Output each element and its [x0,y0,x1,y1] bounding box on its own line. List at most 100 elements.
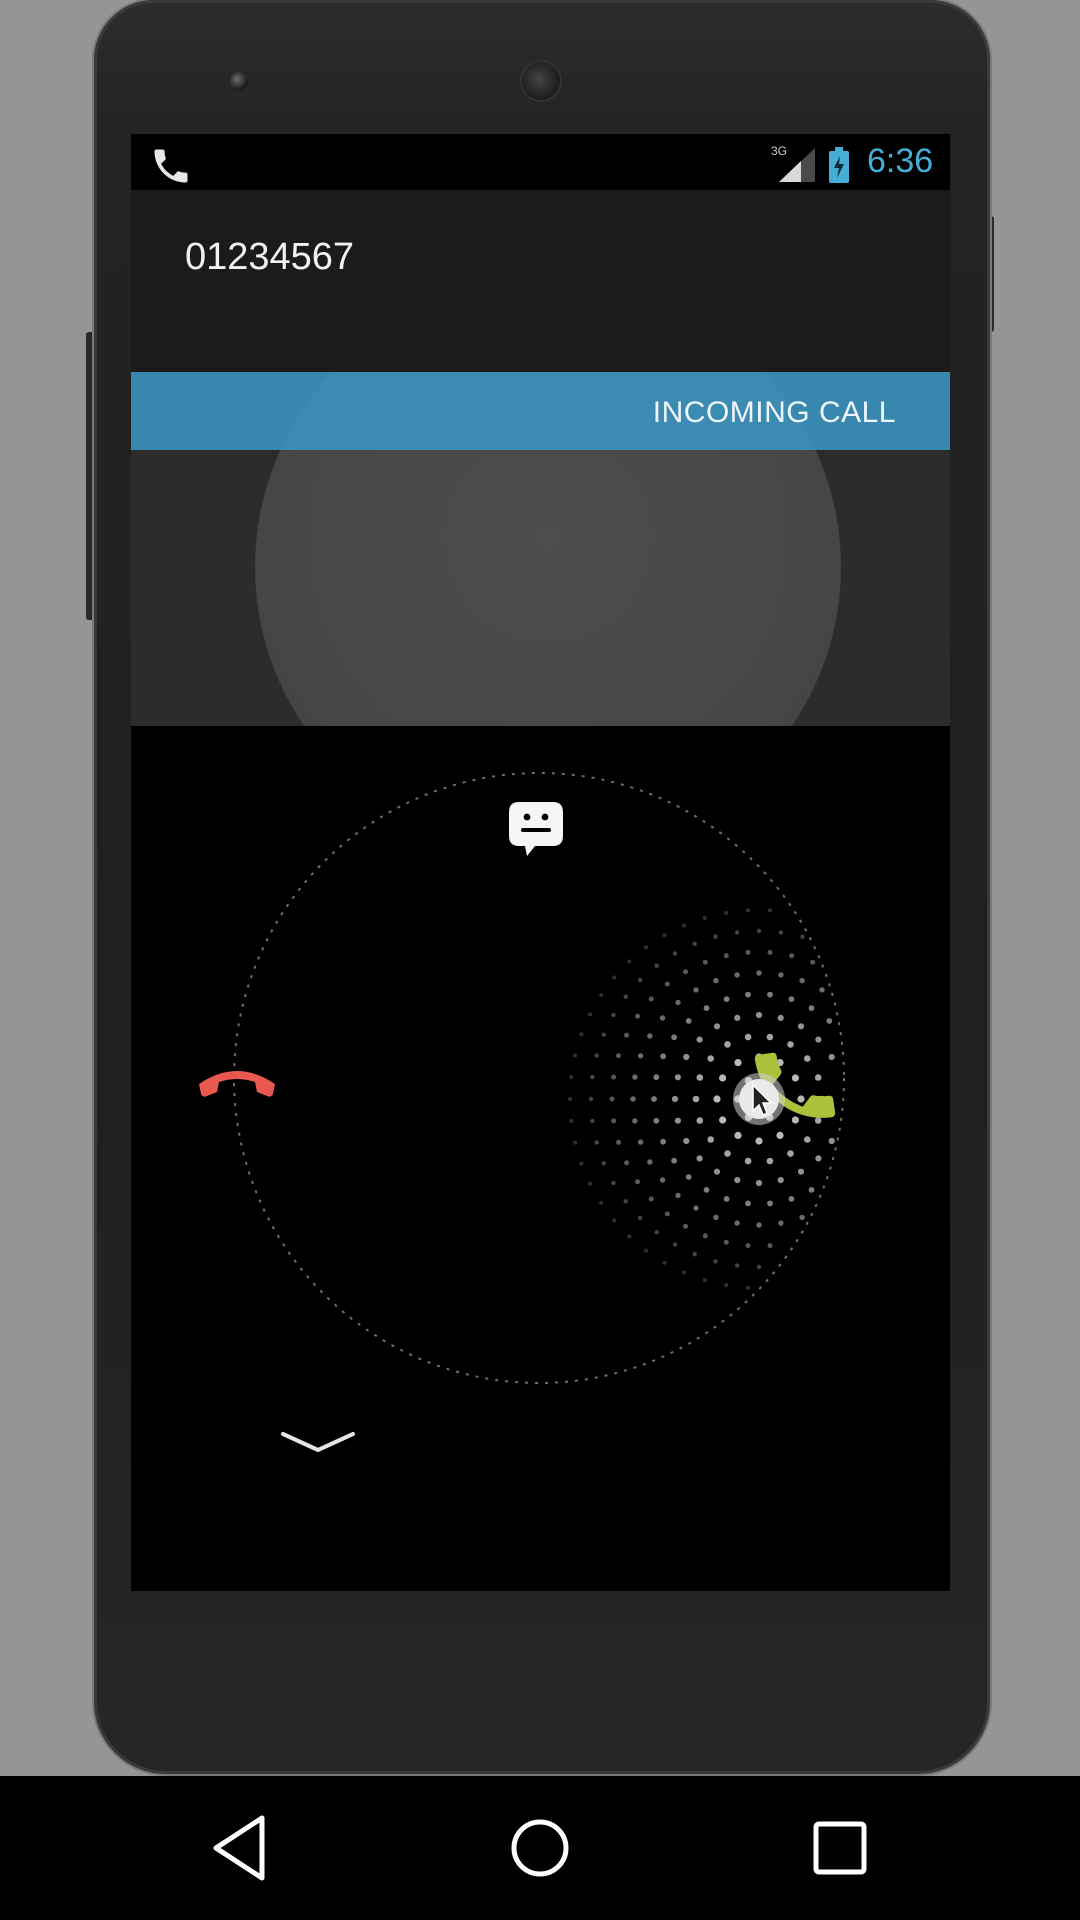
glow-dot [696,1117,704,1124]
glow-dot [746,1285,750,1290]
glowpad-area [131,726,950,1591]
glow-dot [653,1074,660,1081]
glow-dot [808,1005,815,1011]
message-reply-button[interactable] [483,772,589,860]
glow-dot [594,1053,599,1058]
back-button[interactable] [190,1806,290,1890]
glow-dot [590,1118,595,1124]
glow-dot [612,1218,617,1223]
decline-call-button[interactable] [181,1036,293,1120]
glow-dot [637,1139,644,1145]
glow-dot [611,1074,617,1080]
glow-dot [588,1181,593,1186]
glow-dot [599,1200,604,1205]
back-icon [213,1815,265,1881]
glow-dot [672,951,678,956]
glow-dot [599,993,604,998]
home-button[interactable] [490,1806,590,1890]
glow-dot [683,1137,690,1145]
glow-dot [659,1015,666,1021]
glow-dot [685,1018,692,1024]
glow-dot [723,1239,729,1245]
glow-dot [638,978,643,983]
glow-dot [734,1131,742,1139]
glow-dot [696,1074,704,1081]
glow-dot [707,1055,714,1062]
glow-dot [662,933,667,938]
home-icon [511,1819,569,1877]
glow-dot [627,959,632,964]
glow-dot [616,1139,621,1145]
glow-dot [756,1222,762,1228]
glow-dot [713,934,718,939]
glow-dot [611,1180,616,1186]
glow-dot [703,1187,710,1193]
glow-dot [692,941,697,946]
glow-dot [588,1012,593,1017]
glow-dot [723,953,729,959]
glow-dot [644,945,649,950]
glow-dot [568,1097,572,1101]
glow-dot [675,1192,681,1199]
proximity-sensor [822,74,834,86]
glow-dot [724,910,729,915]
glow-dot [724,1150,731,1157]
collapse-button[interactable] [273,1420,363,1470]
glow-dot [601,1161,606,1166]
glow-dot [683,1053,690,1061]
glow-dot [777,1014,784,1021]
glow-dot [569,1118,574,1123]
glow-dot [579,1032,584,1037]
glow-dot [702,915,707,920]
glow-dot [644,1248,649,1253]
glow-dot [623,994,628,999]
glow-dot [635,1179,640,1185]
glow-dot [777,1177,784,1184]
glow-dot [719,1074,727,1082]
glowpad-drag-handle[interactable] [731,1071,787,1127]
phone-call-icon [154,149,188,183]
glow-dot [675,999,681,1006]
glow-dot [797,1168,805,1175]
glow-dot [767,949,773,955]
glow-dot [799,1214,805,1221]
incoming-call-label: INCOMING CALL [652,396,896,429]
glow-dot [734,1177,741,1184]
glow-dot [627,1234,632,1239]
glow-dot [815,1155,822,1162]
glow-dot [630,1096,636,1102]
chevron-down-icon [281,1432,355,1452]
glow-dot [683,969,688,975]
glow-dot [648,1196,654,1202]
glow-dot [707,1136,714,1143]
glow-dot [693,987,699,993]
glow-dot [637,1053,644,1059]
glow-dot [766,1157,774,1165]
glow-dot [724,1041,731,1048]
message-reply-icon [509,802,563,856]
caller-info: 01234567 [131,190,950,372]
glow-dot [683,1223,688,1229]
glow-dot [660,1053,666,1060]
glow-dot [611,1012,616,1018]
glow-dot [696,1036,703,1043]
glow-dot [713,977,719,984]
glow-dot [767,1200,773,1207]
recents-button[interactable] [790,1806,890,1890]
incoming-call-banner: INCOMING CALL [131,372,950,450]
glow-dot [745,991,751,998]
glow-dot [734,930,740,935]
glow-dot [685,1174,692,1180]
glow-dot [788,996,795,1002]
glow-dot [579,1161,584,1166]
glow-dot [662,1260,667,1265]
glow-dot [648,996,654,1002]
glow-dot [696,1155,703,1162]
glow-dot [573,1140,578,1145]
glow-dot [671,1157,677,1164]
glow-dot [723,996,730,1002]
glow-dot [674,1074,682,1081]
glow-dot [804,1136,811,1143]
glow-dot [745,1243,751,1249]
glow-dot [734,1014,741,1021]
